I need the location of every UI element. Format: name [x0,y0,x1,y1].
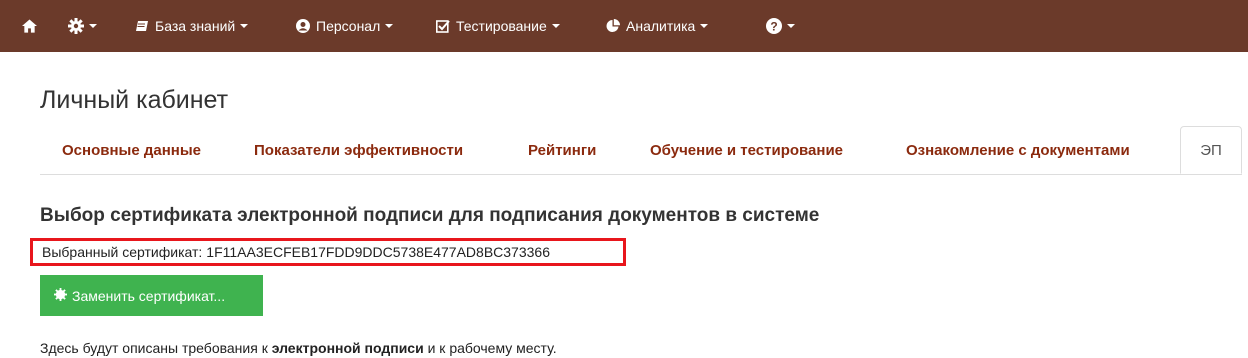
selected-cert-value: 1F11AA3ECFEB17FDD9DDC5738E477AD8BC373366 [206,244,550,260]
chevron-down-icon [700,24,709,28]
nav-label: Тестирование [456,18,547,34]
selected-cert-label: Выбранный сертификат: [42,244,203,260]
replace-certificate-label: Заменить сертификат... [72,287,226,304]
chevron-down-icon [385,24,394,28]
page-title: Личный кабинет [40,86,229,114]
tab-main-data[interactable]: Основные данные [62,126,201,174]
chevron-down-icon [551,24,560,28]
nav-analytics[interactable]: Аналитика [606,0,709,52]
tab-bar: Основные данные Показатели эффективности… [40,126,1242,175]
chevron-down-icon [787,24,795,28]
user-circle-icon [296,19,310,33]
pie-chart-icon [606,19,620,33]
book-icon [136,20,149,33]
certificate-icon [54,287,72,304]
section-title: Выбор сертификата электронной подписи дл… [40,205,820,226]
question-circle-icon: ? [766,18,782,34]
selected-certificate: Выбранный сертификат: 1F11AA3ECFEB17FDD9… [30,238,626,266]
tab-performance[interactable]: Показатели эффективности [254,126,463,174]
chevron-down-icon [240,24,249,28]
tab-training[interactable]: Обучение и тестирование [650,126,843,174]
nav-settings[interactable] [68,0,97,52]
nav-label: Персонал [316,18,381,34]
nav-help[interactable]: ? [766,0,795,52]
tab-ep[interactable]: ЭП [1180,126,1242,174]
home-icon [22,19,37,33]
nav-home[interactable] [22,0,37,52]
nav-knowledge-base[interactable]: База знаний [136,0,249,52]
nav-label: Аналитика [626,18,696,34]
note-prefix: Здесь будут описаны требования к [40,340,272,356]
nav-personnel[interactable]: Персонал [296,0,394,52]
gear-icon [68,18,84,34]
tab-documents[interactable]: Ознакомление с документами [906,126,1130,174]
nav-testing[interactable]: Тестирование [436,0,560,52]
svg-text:?: ? [770,20,777,34]
top-navbar: База знаний Персонал Тестирование Аналит… [0,0,1248,52]
note-suffix: и к рабочему месту. [423,340,557,356]
check-square-icon [436,19,450,33]
nav-label: База знаний [155,18,236,34]
note-bold: электронной подписи [271,340,424,356]
replace-certificate-button[interactable]: Заменить сертификат... [40,275,263,316]
chevron-down-icon [89,24,97,28]
tab-ratings[interactable]: Рейтинги [528,126,596,174]
requirements-note: Здесь будут описаны требования к электро… [40,340,557,356]
